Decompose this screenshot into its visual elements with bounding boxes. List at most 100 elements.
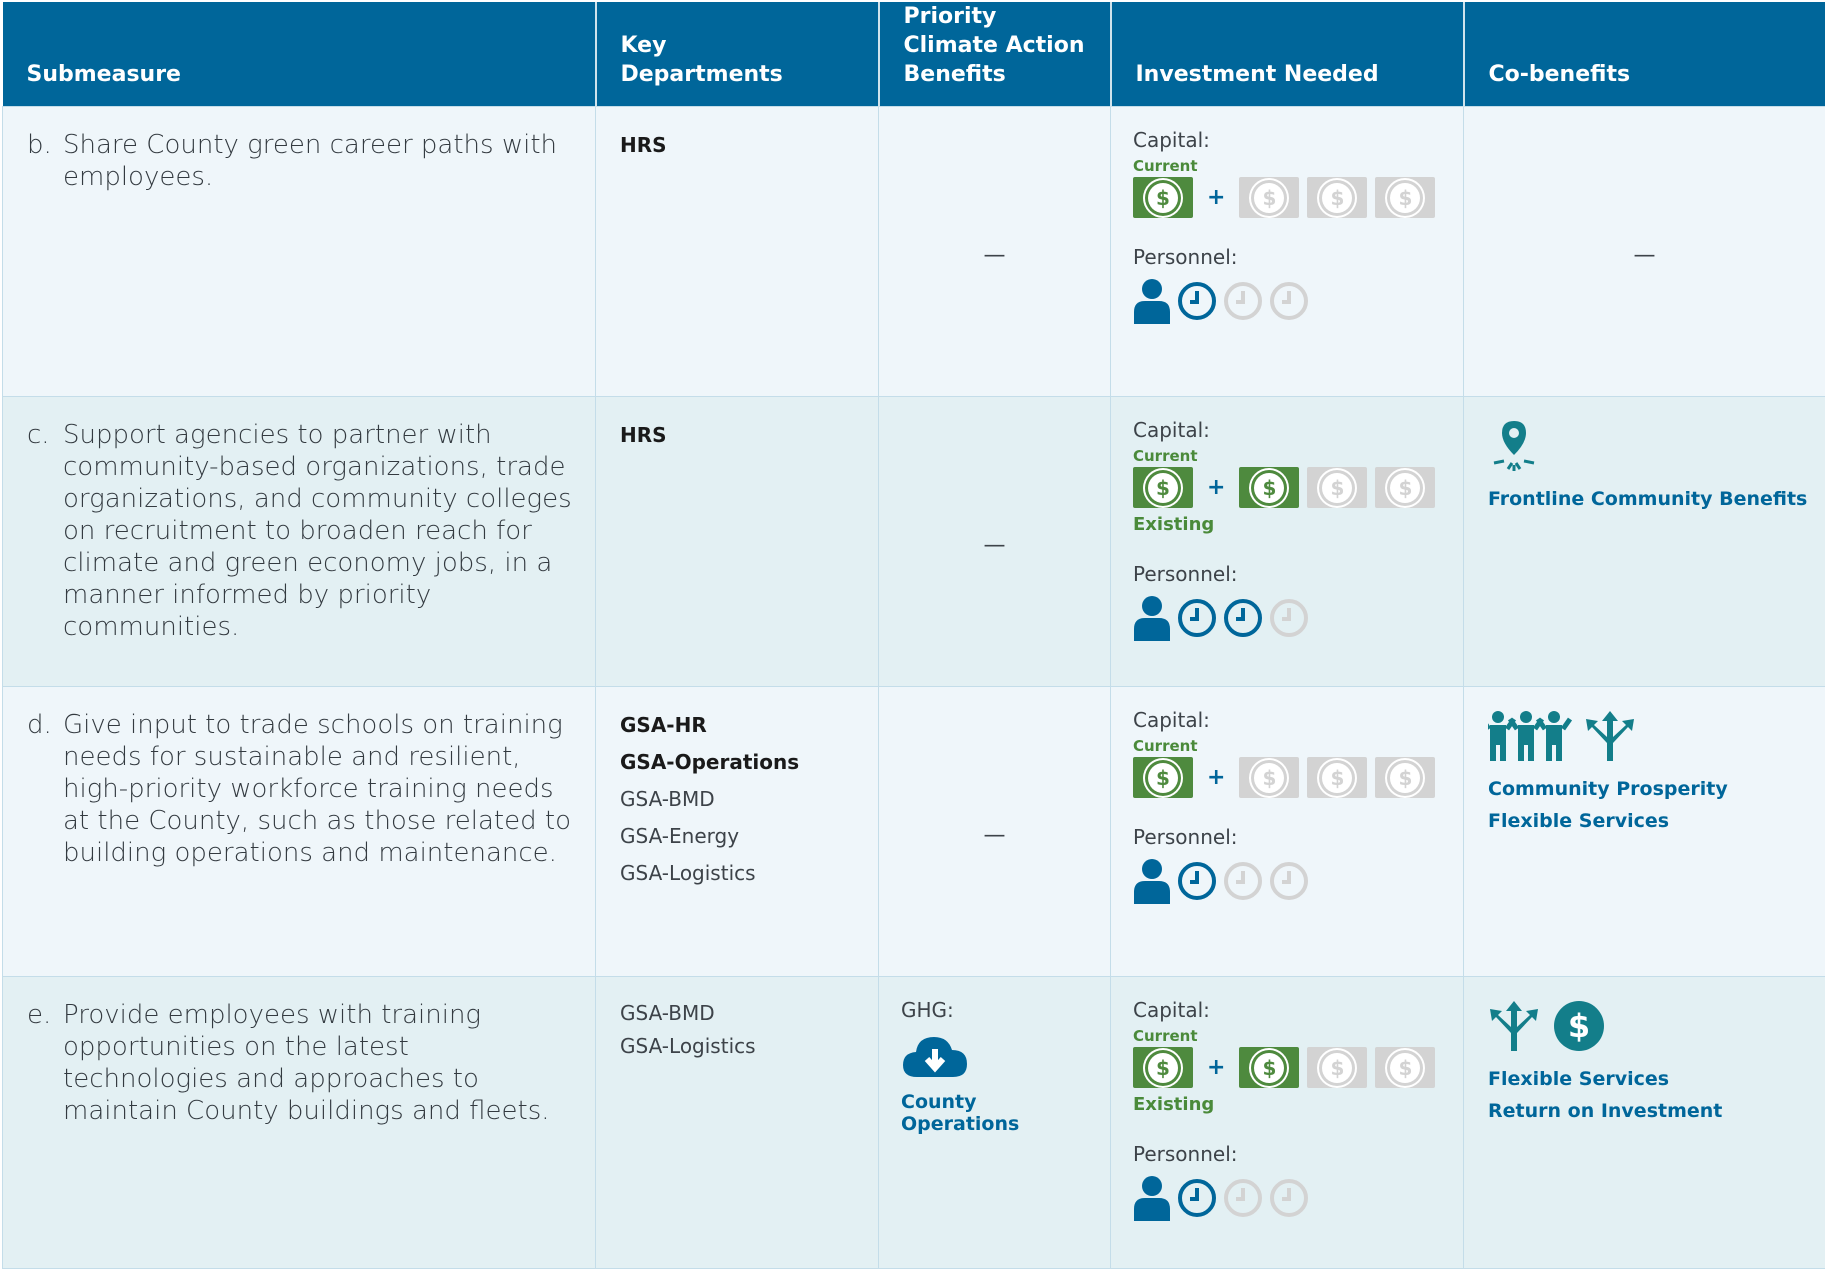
header-submeasure: Submeasure: [2, 2, 597, 107]
co-benefit-name: Return on Investment: [1488, 1100, 1723, 1122]
submeasure-text: Provide employees with training opportun…: [63, 1000, 550, 1126]
co-benefit-icons: [1488, 419, 1815, 473]
dollar-icon: $: [1254, 1052, 1285, 1083]
clock-filled-icon: [1224, 599, 1262, 637]
submeasure-letter: b.: [27, 130, 52, 160]
departments-cell: GSA-BMD GSA-Logistics: [595, 976, 879, 1269]
ghg-benefit-name: County Operations: [901, 1091, 1020, 1135]
co-benefits: Frontline Community Benefits: [1464, 397, 1825, 515]
cloud-download-icon: [903, 1037, 967, 1077]
plus-sign: +: [1207, 765, 1226, 790]
co-benefits-cell: Frontline Community Benefits: [1463, 396, 1825, 687]
header-row: Submeasure Key Departments Priority Clim…: [2, 2, 1825, 107]
personnel-label: Personnel:: [1133, 1142, 1238, 1166]
dollar-icon: $: [1148, 472, 1178, 503]
submeasure-cell: d. Give input to trade schools on trainin…: [2, 686, 596, 977]
clock-empty-icon: [1224, 1179, 1262, 1217]
header-priority-benefits: Priority Climate Action Benefits: [878, 2, 1112, 107]
clock-empty-icon: [1270, 599, 1308, 637]
dollar-icon: $: [1390, 472, 1421, 503]
dollar-icon: $: [1390, 182, 1421, 213]
capital-label: Capital:: [1133, 998, 1210, 1022]
capital-current-bill: $: [1133, 177, 1193, 218]
co-benefits-empty: —: [1633, 243, 1656, 268]
submeasure-letter: c.: [27, 420, 50, 450]
dollar-icon: $: [1390, 1052, 1421, 1083]
split-arrows-icon: [1586, 711, 1634, 761]
personnel-scale: [1133, 1175, 1453, 1221]
person-icon: [1134, 279, 1170, 324]
people-group-icon: [1488, 711, 1572, 761]
capital-scale: $ + $ $ $: [1133, 1047, 1453, 1088]
svg-text:$: $: [1568, 1007, 1590, 1045]
investment-cell: Capital: Current $ + $ $ $ Personnel:: [1110, 686, 1464, 977]
dollar-icon: $: [1390, 762, 1421, 793]
capital-current-bill: $: [1133, 757, 1193, 798]
capital-additional-bill: $: [1307, 1047, 1368, 1088]
clock-filled-icon: [1178, 862, 1216, 900]
capital-current-bill: $: [1133, 1047, 1193, 1088]
clock-filled-icon: [1178, 282, 1216, 320]
co-benefits-cell: —: [1463, 106, 1825, 397]
department: GSA-Logistics: [620, 861, 756, 885]
dollar-circle-icon: $: [1554, 1001, 1604, 1051]
header-investment-needed: Investment Needed: [1110, 2, 1465, 107]
capital-label: Capital:: [1133, 128, 1210, 152]
submeasure-cell: c. Support agencies to partner with commu…: [2, 396, 596, 687]
existing-label: Existing: [1133, 514, 1215, 535]
investment: Capital: Current $ + $ $ $ Existing Personnel:: [1111, 977, 1463, 1221]
capital-additional-bill: $: [1375, 757, 1436, 798]
departments-list: HRS: [596, 107, 878, 164]
personnel-scale: [1133, 595, 1453, 641]
split-arrows-icon: [1490, 1001, 1538, 1051]
submeasure-text: Give input to trade schools on training …: [63, 710, 571, 868]
person-icon: [1134, 596, 1170, 641]
department-lead: GSA-Operations: [620, 750, 800, 774]
co-benefit-icons: $: [1488, 999, 1815, 1053]
location-pin-icon: [1493, 421, 1535, 471]
clock-empty-icon: [1270, 282, 1308, 320]
investment: Capital: Current $ + $ $ $ Personnel:: [1111, 107, 1463, 324]
clock-filled-icon: [1178, 1179, 1216, 1217]
co-benefit-name: Community Prosperity: [1488, 778, 1728, 800]
table-row: b. Share County green career paths with e…: [2, 106, 1825, 397]
plus-sign: +: [1207, 185, 1226, 210]
submeasure-cell: b. Share County green career paths with e…: [2, 106, 596, 397]
personnel-scale: [1133, 278, 1453, 324]
priority-empty: —: [983, 823, 1006, 848]
departments-cell: HRS: [595, 106, 879, 397]
investment: Capital: Current $ + $ $ $ Personnel:: [1111, 687, 1463, 904]
capital-additional-bill: $: [1375, 1047, 1436, 1088]
priority-ghg: GHG: County Operations: [879, 977, 1110, 1135]
header-co-benefits: Co-benefits: [1463, 2, 1825, 107]
header-key-departments-label: Key Departments: [620, 33, 783, 87]
priority-cell: —: [878, 686, 1111, 977]
co-benefit-name: Flexible Services: [1488, 810, 1670, 832]
co-benefits-cell: Community Prosperity Flexible Services: [1463, 686, 1825, 977]
investment-cell: Capital: Current $ + $ $ $ Existing Personnel:: [1110, 396, 1464, 687]
capital-current-bill: $: [1133, 467, 1193, 508]
departments-list: HRS: [596, 397, 878, 454]
current-label: Current: [1133, 447, 1198, 465]
departments-cell: HRS: [595, 396, 879, 687]
department: GSA-Logistics: [620, 1034, 756, 1058]
departments-list: GSA-HR GSA-Operations GSA-BMD GSA-Energy GSA…: [596, 687, 878, 892]
dollar-icon: $: [1254, 182, 1285, 213]
submeasure: d. Give input to trade schools on trainin…: [3, 687, 595, 869]
department: GSA-BMD: [620, 1001, 715, 1025]
co-benefits-cell: $ Flexible Services Return on Investment: [1463, 976, 1825, 1269]
table-row: c. Support agencies to partner with commu…: [2, 396, 1825, 687]
capital-scale: $ + $ $ $: [1133, 177, 1453, 218]
capital-additional-bill: $: [1239, 177, 1300, 218]
department-lead: HRS: [620, 133, 667, 157]
dollar-icon: $: [1148, 762, 1178, 793]
priority-empty: —: [983, 243, 1006, 268]
capital-additional-bill: $: [1307, 467, 1368, 508]
co-benefit-name: Frontline Community Benefits: [1488, 488, 1808, 510]
submeasure-table: Submeasure Key Departments Priority Clim…: [2, 2, 1825, 1269]
table-row: d. Give input to trade schools on trainin…: [2, 686, 1825, 977]
capital-additional-bill: $: [1307, 757, 1368, 798]
person-icon: [1134, 1176, 1170, 1221]
department: GSA-BMD: [620, 787, 715, 811]
co-benefit-icons: [1488, 709, 1815, 763]
